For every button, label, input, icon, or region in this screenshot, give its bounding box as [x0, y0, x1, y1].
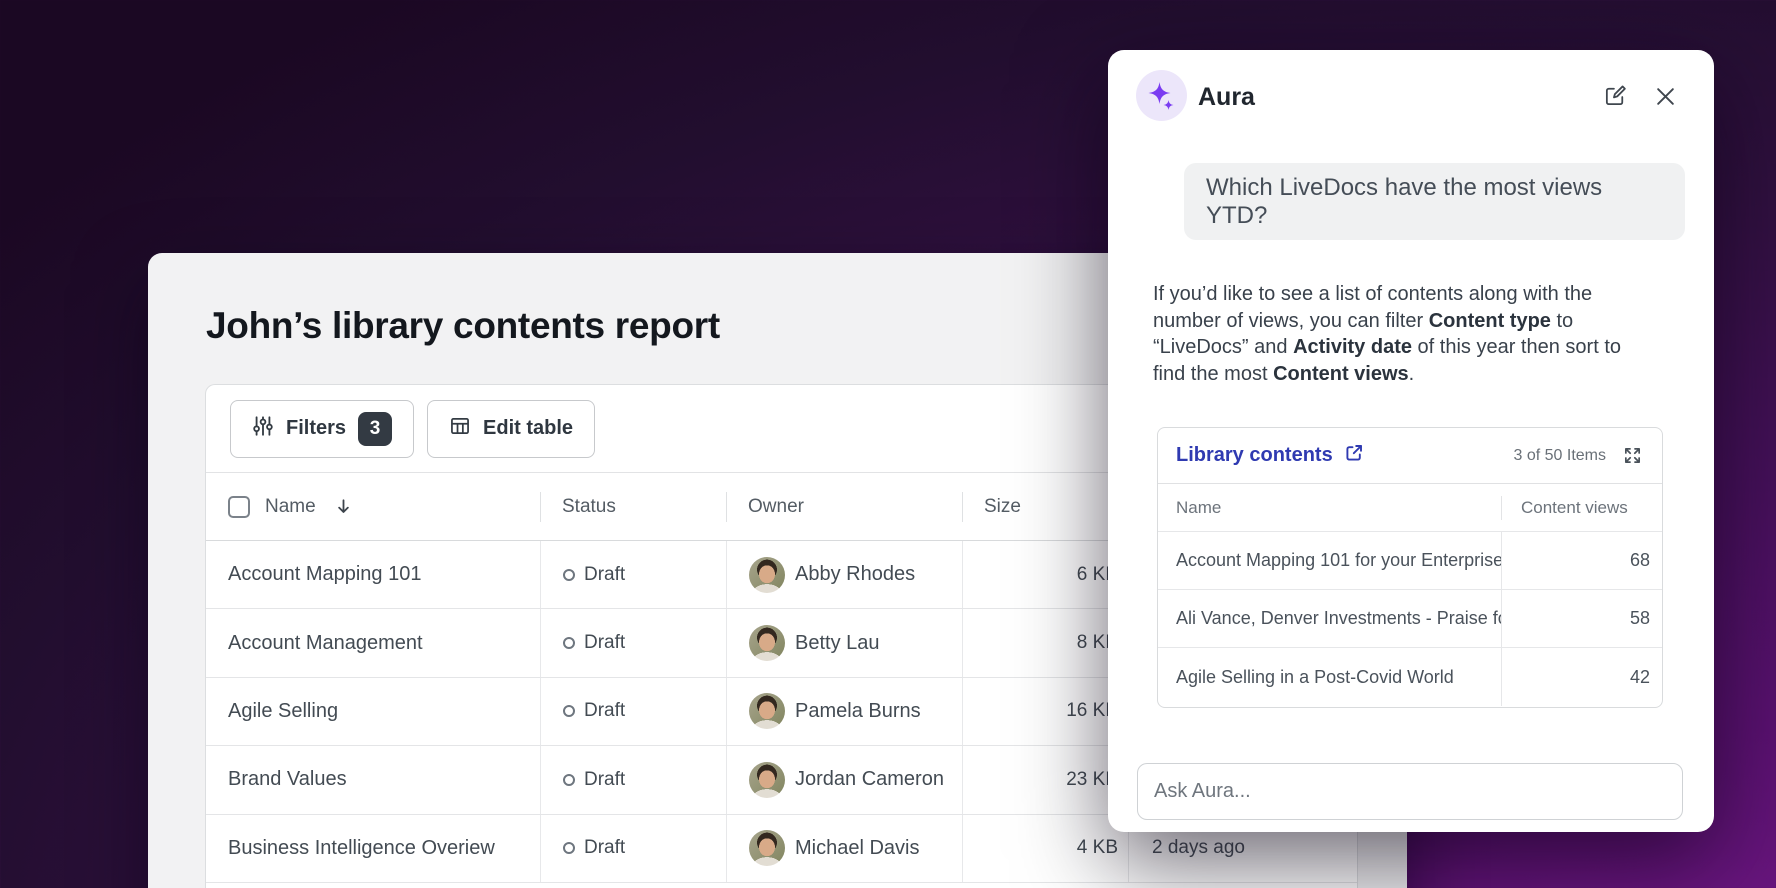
- preview-column-name: Name: [1158, 484, 1501, 531]
- cell-status: Draft: [540, 678, 726, 745]
- column-header-status: Status: [540, 473, 726, 540]
- owner-avatar: [749, 557, 785, 593]
- cell-owner: Michael Davis: [726, 815, 962, 882]
- page-title: John’s library contents report: [206, 305, 720, 347]
- filters-count-badge: 3: [358, 412, 392, 446]
- filters-button-label: Filters: [286, 417, 346, 440]
- status-label: Draft: [584, 837, 625, 859]
- close-icon[interactable]: [1655, 86, 1676, 107]
- table-grid-icon: [449, 415, 471, 443]
- preview-cell-views: 68: [1501, 532, 1662, 589]
- preview-table-row[interactable]: Ali Vance, Denver Investments - Praise f…: [1158, 590, 1662, 648]
- select-all-checkbox[interactable]: [228, 496, 250, 518]
- library-contents-link-label: Library contents: [1176, 444, 1333, 467]
- column-header-owner: Owner: [726, 473, 962, 540]
- aura-sparkle-icon: [1136, 70, 1187, 121]
- preview-cell-name: Ali Vance, Denver Investments - Praise f…: [1158, 590, 1501, 647]
- user-question: Which LiveDocs have the most views YTD?: [1206, 174, 1663, 230]
- status-draft-icon: [563, 774, 575, 786]
- cell-size: 6 KB: [962, 541, 1128, 608]
- preview-table-row[interactable]: Account Mapping 101 for your Enterprise……: [1158, 532, 1662, 590]
- desktop-background: { "report": { "title": "John’s library c…: [0, 0, 1776, 888]
- external-link-icon: [1344, 443, 1364, 469]
- cell-name: Account Management: [206, 609, 540, 676]
- preview-table-row[interactable]: Agile Selling in a Post-Covid World 42: [1158, 648, 1662, 706]
- cell-size: 16 KB: [962, 678, 1128, 745]
- owner-name: Michael Davis: [795, 837, 919, 860]
- library-contents-preview-card: Library contents 3 of 50 Items: [1157, 427, 1663, 708]
- preview-table-body: Account Mapping 101 for your Enterprise……: [1158, 532, 1662, 706]
- user-message-bubble: Which LiveDocs have the most views YTD?: [1184, 163, 1685, 240]
- preview-cell-name: Account Mapping 101 for your Enterprise…: [1158, 532, 1501, 589]
- status-label: Draft: [584, 700, 625, 722]
- cell-status: Draft: [540, 609, 726, 676]
- status-draft-icon: [563, 705, 575, 717]
- ask-aura-input[interactable]: [1137, 763, 1683, 820]
- column-header-name-label: Name: [265, 496, 316, 518]
- owner-avatar: [749, 830, 785, 866]
- cell-name: Agile Selling: [206, 678, 540, 745]
- status-draft-icon: [563, 637, 575, 649]
- library-contents-link[interactable]: Library contents: [1176, 443, 1514, 469]
- owner-name: Betty Lau: [795, 632, 880, 655]
- column-header-size: Size: [962, 473, 1128, 540]
- edit-table-button-label: Edit table: [483, 417, 573, 440]
- aura-title: Aura: [1198, 83, 1255, 112]
- cell-status: Draft: [540, 541, 726, 608]
- cell-name: Account Mapping 101: [206, 541, 540, 608]
- owner-avatar: [749, 625, 785, 661]
- status-draft-icon: [563, 842, 575, 854]
- preview-column-headers: Name Content views: [1158, 484, 1662, 532]
- aura-assistant-panel: Aura Which LiveDocs have the most views …: [1108, 50, 1714, 832]
- preview-cell-views: 58: [1501, 590, 1662, 647]
- sliders-icon: [252, 415, 274, 443]
- cell-owner: Abby Rhodes: [726, 541, 962, 608]
- cell-name: Business Intelligence Overiew: [206, 815, 540, 882]
- edit-table-button[interactable]: Edit table: [427, 400, 595, 458]
- owner-avatar: [749, 693, 785, 729]
- status-draft-icon: [563, 569, 575, 581]
- preview-cell-views: 42: [1501, 648, 1662, 706]
- owner-name: Jordan Cameron: [795, 768, 944, 791]
- preview-cell-name: Agile Selling in a Post-Covid World: [1158, 648, 1501, 706]
- cell-owner: Betty Lau: [726, 609, 962, 676]
- status-label: Draft: [584, 564, 625, 586]
- owner-name: Abby Rhodes: [795, 563, 915, 586]
- new-chat-compose-icon[interactable]: [1603, 83, 1628, 108]
- cell-status: Draft: [540, 746, 726, 813]
- cell-name: Brand Values: [206, 746, 540, 813]
- cell-size: 23 KB: [962, 746, 1128, 813]
- status-label: Draft: [584, 632, 625, 654]
- expand-icon[interactable]: [1623, 446, 1642, 465]
- owner-name: Pamela Burns: [795, 700, 921, 723]
- assistant-response: If you’d like to see a list of contents …: [1153, 281, 1658, 387]
- cell-owner: Jordan Cameron: [726, 746, 962, 813]
- cell-status: Draft: [540, 815, 726, 882]
- cell-owner: Pamela Burns: [726, 678, 962, 745]
- cell-size: 8 KB: [962, 609, 1128, 676]
- items-count-label: 3 of 50 Items: [1514, 447, 1607, 465]
- preview-card-header: Library contents 3 of 50 Items: [1158, 428, 1662, 484]
- status-label: Draft: [584, 769, 625, 791]
- owner-avatar: [749, 762, 785, 798]
- cell-size: 4 KB: [962, 815, 1128, 882]
- column-header-name[interactable]: Name: [206, 473, 540, 540]
- sort-descending-icon[interactable]: [335, 498, 352, 515]
- filters-button[interactable]: Filters 3: [230, 400, 414, 458]
- preview-column-views: Content views: [1501, 484, 1662, 531]
